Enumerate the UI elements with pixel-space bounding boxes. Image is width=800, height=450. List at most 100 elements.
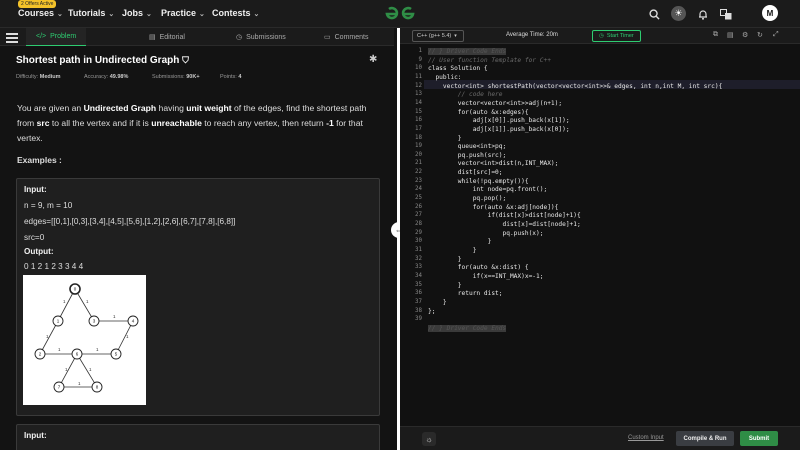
edge-weight: 1	[86, 299, 89, 304]
top-navbar: 2 Offers Active Courses ⌄ Tutorials ⌄ Jobs…	[0, 0, 800, 28]
code-line[interactable]: queue<int>pq;	[428, 143, 506, 150]
code-line[interactable]: for(auto &x:dist) {	[428, 264, 529, 271]
code-line[interactable]: pq.pop();	[428, 195, 507, 202]
code-line[interactable]: class Solution {	[428, 65, 488, 72]
chevron-down-icon: ⌄	[57, 11, 63, 18]
code-editor[interactable]: 1 9 10 11 12 13 14 15 16 17 18 19 20 21 22 23 24 25 26 27 28…	[400, 44, 800, 426]
line-numbers: 1 9 10 11 12 13 14 15 16 17 18 19 20 21 22 23 24 25 26 27 28…	[400, 44, 424, 426]
bookmark-icon[interactable]: ⛉	[182, 55, 189, 65]
code-line[interactable]: return dist;	[428, 290, 503, 297]
code-line[interactable]: vector<int> shortestPath(vector<vector<i…	[428, 83, 722, 90]
problem-panel: Shortest path in Undirected Graph ⛉ ✱ Di…	[0, 46, 394, 450]
fullscreen-icon[interactable]: ⤢	[773, 31, 779, 39]
code-line[interactable]: while(!pq.empty()){	[428, 178, 529, 185]
menu-icon[interactable]	[6, 31, 18, 43]
nav-jobs[interactable]: Jobs ⌄	[122, 8, 152, 18]
accuracy-label: Accuracy:	[84, 74, 109, 80]
code-line[interactable]: }	[428, 299, 447, 306]
edge-weight: 1	[113, 314, 116, 319]
code-line[interactable]: // code here	[428, 91, 503, 98]
code-line[interactable]: adj[x[1]].push_back(x[0]);	[428, 126, 570, 133]
code-line[interactable]: // } Driver Code Ends	[428, 324, 507, 332]
document-icon[interactable]: ▤	[727, 31, 734, 39]
line-number: 18	[415, 134, 422, 141]
tab-editorial-label: Editorial	[159, 33, 185, 41]
line-number: 12	[415, 82, 422, 89]
settings-icon[interactable]: ⚙	[742, 31, 748, 39]
code-line[interactable]: dist[x]=dist[node]+1;	[428, 221, 581, 228]
code-line[interactable]: dist[src]=0;	[428, 169, 503, 176]
example2-input-label: Input:	[24, 431, 47, 440]
nav-contests[interactable]: Contests ⌄	[212, 8, 259, 18]
copy-icon[interactable]: ⧉	[713, 31, 718, 39]
report-bug-icon[interactable]: ✱	[369, 54, 377, 65]
line-number: 23	[415, 177, 422, 184]
compile-run-button[interactable]: Compile & Run	[676, 431, 734, 446]
difficulty-meta: Difficulty: Medium	[16, 74, 61, 80]
tab-problem[interactable]: </> Problem	[26, 28, 87, 46]
points-meta: Points: 4	[220, 74, 241, 80]
editor-toolbar: C++ (g++ 5.4) ▾ Average Time: 20m ◷ Start …	[400, 28, 800, 44]
nav-contests-label: Contests	[212, 8, 251, 18]
code-line[interactable]: }	[428, 247, 477, 254]
gfg-logo-icon	[385, 6, 415, 20]
hint-bulb-icon[interactable]: ☼	[422, 432, 436, 446]
line-number: 32	[415, 255, 422, 262]
code-line[interactable]: vector<int>dist(n,INT_MAX);	[428, 160, 559, 167]
example-box: Input: n = 9, m = 10 edges=[[0,1],[0,3],…	[16, 178, 380, 416]
nav-practice-label: Practice	[161, 8, 197, 18]
language-select[interactable]: C++ (g++ 5.4) ▾	[412, 30, 464, 42]
line-number: 9	[418, 56, 423, 63]
tab-editorial[interactable]: ▤ Editorial	[149, 28, 185, 46]
code-line[interactable]: }	[428, 238, 492, 245]
search-icon[interactable]	[646, 6, 662, 22]
bell-icon[interactable]	[695, 6, 711, 22]
comment-icon: ▭	[324, 34, 331, 41]
chevron-down-icon: ⌄	[146, 11, 152, 18]
nav-courses[interactable]: Courses ⌄	[18, 8, 63, 18]
code-line[interactable]: pq.push(src);	[428, 152, 506, 159]
problem-title-text: Shortest path in Undirected Graph	[16, 55, 180, 66]
example-line-edges: edges=[[0,1],[0,3],[3,4],[4,5],[5,6],[1,…	[24, 217, 236, 226]
code-line[interactable]: if(x==INT_MAX)x=-1;	[428, 273, 544, 280]
code-line[interactable]: }	[428, 135, 462, 142]
nav-tutorials[interactable]: Tutorials ⌄	[68, 8, 114, 18]
line-number: 28	[415, 221, 422, 227]
code-line[interactable]: }	[428, 282, 462, 289]
code-line[interactable]: public:	[428, 74, 461, 81]
language-icon[interactable]	[718, 6, 734, 22]
difficulty-value: Medium	[39, 74, 61, 80]
code-line[interactable]: vector<vector<int>>adj(n+1);	[428, 100, 562, 107]
example-line-nm: n = 9, m = 10	[24, 201, 73, 210]
code-line[interactable]: };	[428, 308, 435, 315]
reset-icon[interactable]: ↻	[757, 31, 763, 39]
tab-comments[interactable]: ▭ Comments	[324, 28, 368, 46]
start-timer-button[interactable]: ◷ Start Timer	[592, 30, 641, 42]
line-number: 37	[415, 298, 422, 305]
avatar[interactable]: M	[762, 5, 778, 21]
code-line[interactable]: int node=pq.front();	[428, 186, 548, 193]
submissions-meta: Submissions: 90K+	[152, 74, 200, 80]
code-line[interactable]: pq.push(x);	[428, 230, 544, 237]
theme-toggle-icon[interactable]: ☀	[671, 6, 686, 21]
code-line[interactable]: // User function Template for C++	[428, 57, 551, 64]
code-line[interactable]: for(auto &x:adj[node]){	[428, 204, 559, 211]
code-line[interactable]: adj[x[0]].push_back(x[1]);	[428, 117, 570, 124]
tab-submissions[interactable]: ◷ Submissions	[236, 28, 286, 46]
line-number: 39	[415, 316, 422, 323]
code-line[interactable]: if(dist[x]>dist[node]+1){	[428, 212, 581, 219]
code-line[interactable]: for(auto &x:edges){	[428, 109, 529, 116]
submit-button[interactable]: Submit	[740, 431, 778, 446]
code-line[interactable]: }	[428, 256, 462, 263]
problem-title: Shortest path in Undirected Graph ⛉	[16, 55, 189, 66]
custom-input-link[interactable]: Custom Input	[628, 435, 664, 441]
problem-description: You are given an Undirected Graph having…	[17, 103, 367, 143]
example-output-label: Output:	[24, 247, 54, 256]
nav-practice[interactable]: Practice ⌄	[161, 8, 205, 18]
difficulty-label: Difficulty:	[16, 74, 39, 80]
code-line[interactable]: // } Driver Code Ends	[428, 48, 507, 55]
line-number: 30	[415, 238, 422, 245]
line-number: 29	[415, 229, 422, 236]
offers-badge[interactable]: 2 Offers Active	[18, 0, 57, 8]
gfg-logo[interactable]	[383, 5, 417, 28]
